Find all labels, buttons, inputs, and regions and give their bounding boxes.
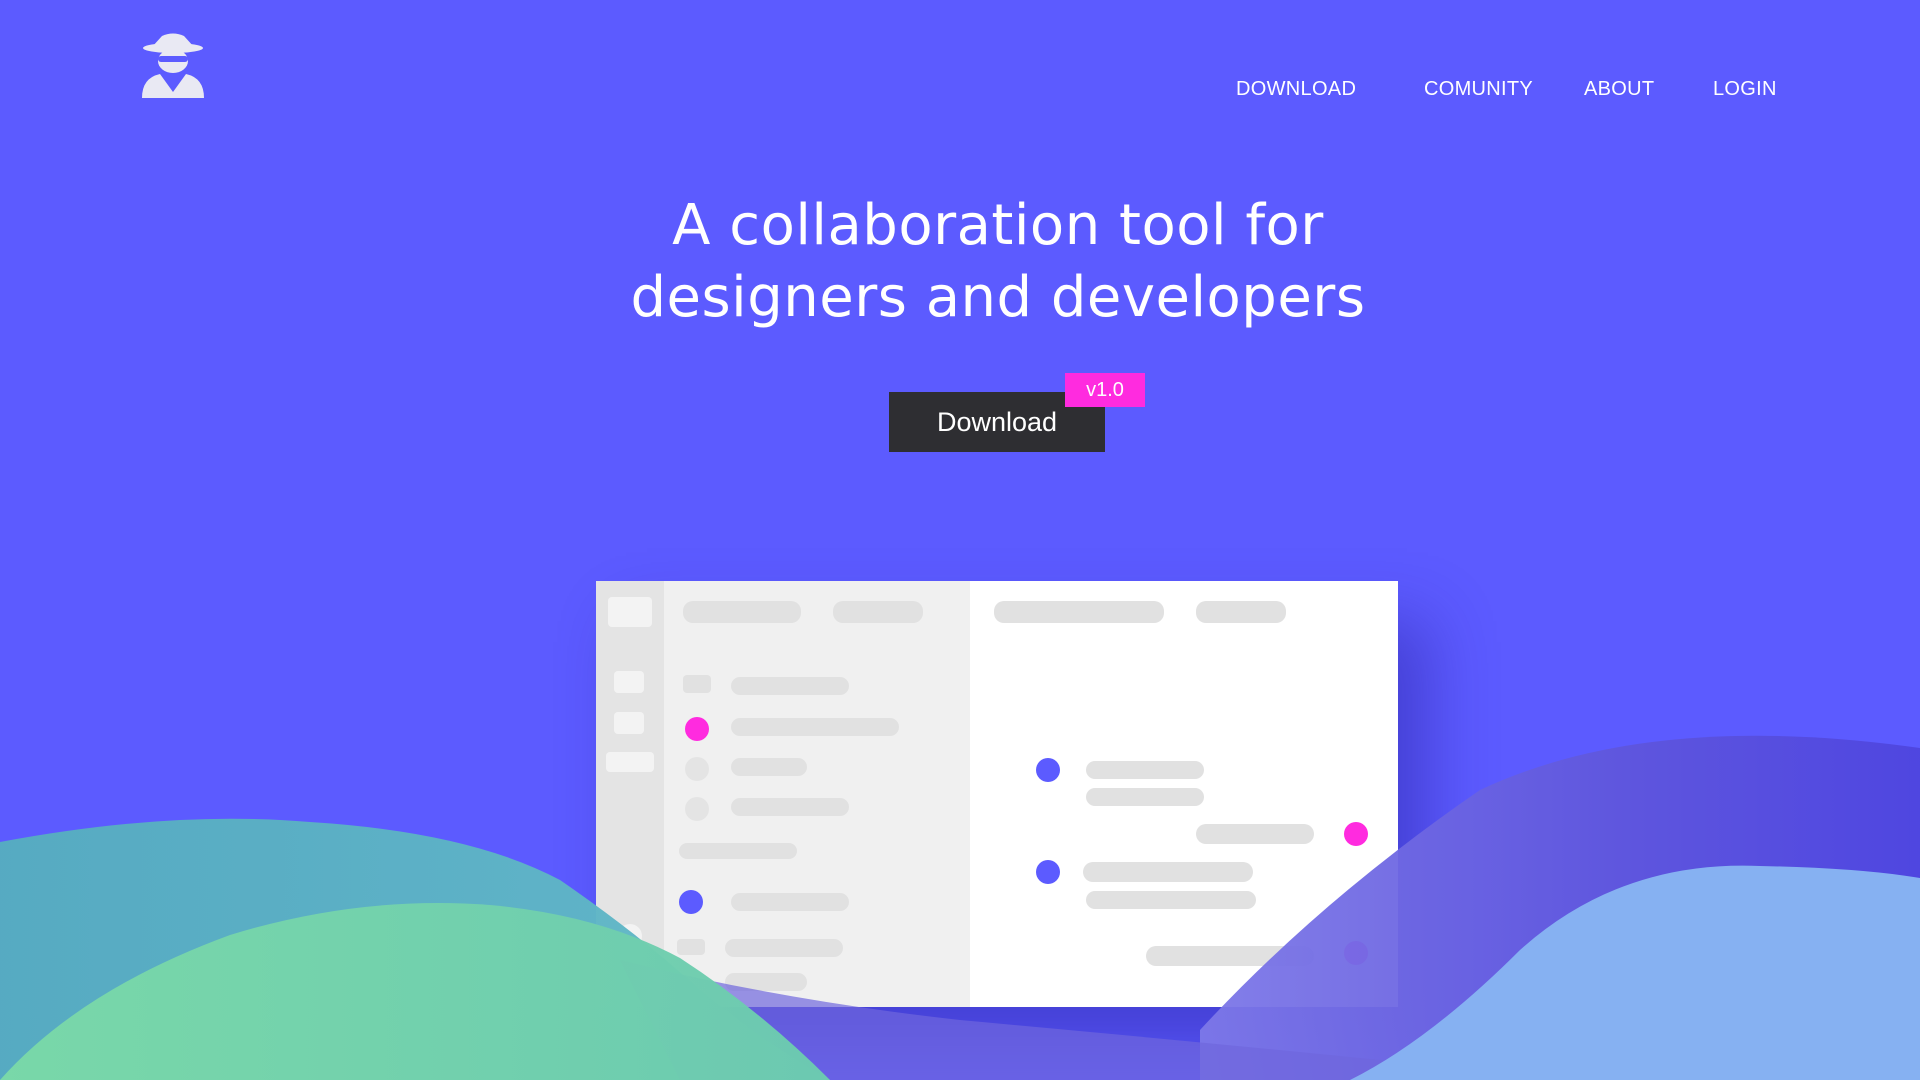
version-badge: v1.0 (1065, 373, 1145, 407)
top-nav: DOWNLOAD COMUNITY ABOUT LOGIN (0, 78, 1920, 102)
mockup-placeholder-bar (1086, 788, 1204, 806)
mockup-placeholder-bar (725, 973, 807, 991)
mockup-rail-square (608, 597, 652, 627)
mockup-rail-square (614, 712, 644, 734)
mockup-grey-dot (679, 970, 703, 994)
mockup-rail-square (614, 671, 644, 693)
light-blue-wave (1350, 865, 1920, 1080)
mockup-rail-dot (612, 963, 646, 997)
mockup-placeholder-bar (1196, 601, 1286, 623)
app-mockup-illustration (596, 581, 1398, 1007)
mockup-blue-dot (1036, 860, 1060, 884)
nav-login-link[interactable]: LOGIN (1713, 78, 1777, 101)
hero-headline: A collaboration tool for designers and d… (0, 190, 1920, 334)
mockup-rail-square (606, 752, 654, 772)
mockup-pink-dot (1344, 822, 1368, 846)
mockup-placeholder-bar (994, 601, 1164, 623)
mockup-placeholder-bar (679, 843, 797, 859)
mockup-pink-dot (685, 717, 709, 741)
hero-headline-line-2: designers and developers (630, 265, 1366, 330)
mockup-placeholder-square (683, 675, 711, 693)
mockup-placeholder-bar (731, 718, 899, 736)
mockup-placeholder-bar (731, 798, 849, 816)
mockup-placeholder-bar (1196, 824, 1314, 844)
mockup-blue-dot (1036, 758, 1060, 782)
mockup-placeholder-bar (833, 601, 923, 623)
mockup-grey-dot (685, 797, 709, 821)
mockup-placeholder-bar (731, 758, 807, 776)
mockup-placeholder-bar (1086, 891, 1256, 909)
nav-community-link[interactable]: COMUNITY (1424, 78, 1533, 101)
mockup-placeholder-bar (725, 939, 843, 957)
mockup-placeholder-square (677, 939, 705, 955)
mockup-placeholder-bar (1086, 761, 1204, 779)
mockup-channel-list (664, 581, 970, 1007)
mockup-placeholder-bar (731, 677, 849, 695)
nav-about-link[interactable]: ABOUT (1584, 78, 1654, 101)
mockup-blue-dot (679, 890, 703, 914)
mockup-grey-dot (685, 757, 709, 781)
mockup-placeholder-bar (683, 601, 801, 623)
mockup-placeholder-bar (1146, 946, 1314, 966)
mockup-placeholder-bar (731, 893, 849, 911)
mockup-sidebar-rail (596, 581, 664, 1007)
hero-headline-line-1: A collaboration tool for (672, 193, 1324, 258)
nav-download-link[interactable]: DOWNLOAD (1236, 78, 1356, 101)
mockup-pink-dot (1344, 941, 1368, 965)
mockup-rail-dot (618, 924, 642, 948)
mockup-placeholder-bar (1083, 862, 1253, 882)
